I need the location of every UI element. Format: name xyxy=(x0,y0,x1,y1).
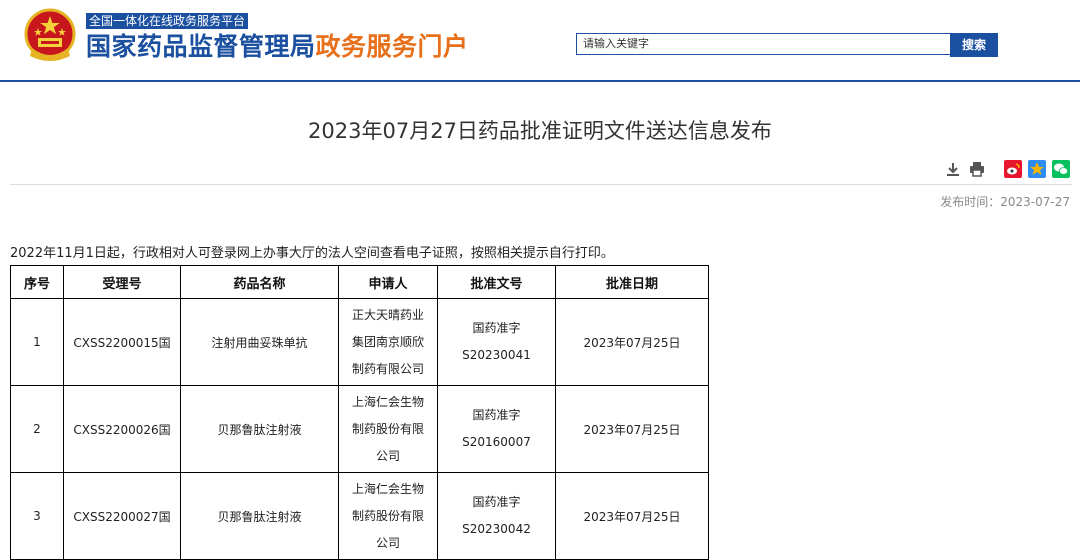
approval-line: S20230041 xyxy=(462,348,531,362)
applicant-line: 正大天晴药业 xyxy=(351,307,424,322)
table-header-row: 序号 受理号 药品名称 申请人 批准文号 批准日期 xyxy=(10,265,709,299)
publish-date-value: 2023-07-27 xyxy=(1000,195,1070,209)
site-title-agency: 国家药品监督管理局 xyxy=(86,32,316,61)
cell-approval-date: 2023年07月25日 xyxy=(555,385,709,473)
table-row: 2 CXSS2200026国 贝那鲁肽注射液 上海仁会生物 制药股份有限 公司 国药… xyxy=(10,385,709,473)
publish-label: 发布时间： xyxy=(940,195,1001,209)
weibo-icon[interactable] xyxy=(1004,160,1022,178)
wechat-icon[interactable] xyxy=(1052,160,1070,178)
page-title: 2023年07月27日药品批准证明文件送达信息发布 xyxy=(308,119,772,143)
header-drug-name: 药品名称 xyxy=(180,265,339,299)
cell-applicant: 上海仁会生物 制药股份有限 公司 xyxy=(338,385,438,473)
cell-drug-name: 贝那鲁肽注射液 xyxy=(180,472,339,560)
header-applicant: 申请人 xyxy=(338,265,438,299)
applicant-line: 制药有限公司 xyxy=(351,361,424,376)
header-no: 序号 xyxy=(10,265,64,299)
cell-drug-name: 注射用曲妥珠单抗 xyxy=(180,298,339,386)
site-title-portal: 政务服务门户 xyxy=(315,32,469,61)
cell-approval-no: 国药准字 S20230041 xyxy=(437,298,556,386)
cell-accept-no: CXSS2200027国 xyxy=(63,472,181,560)
applicant-line: 集团南京顺欣 xyxy=(351,334,424,349)
approval-line: 国药准字 xyxy=(472,321,521,335)
applicant-line: 上海仁会生物 xyxy=(351,481,424,496)
table-row: 3 CXSS2200027国 贝那鲁肽注射液 上海仁会生物 制药股份有限 公司 国药… xyxy=(10,472,709,560)
publish-date: 发布时间：2023-07-27 xyxy=(940,193,1070,210)
cell-no: 3 xyxy=(10,472,64,560)
applicant-line: 制药股份有限 xyxy=(351,508,424,523)
title-divider xyxy=(10,184,1072,185)
national-emblem-icon[interactable] xyxy=(24,8,76,66)
approval-table: 序号 受理号 药品名称 申请人 批准文号 批准日期 1 CXSS2200015国… xyxy=(10,265,709,560)
approval-line: 国药准字 xyxy=(472,495,521,509)
cell-approval-date: 2023年07月25日 xyxy=(555,298,709,386)
cell-drug-name: 贝那鲁肽注射液 xyxy=(180,385,339,473)
print-icon[interactable] xyxy=(968,160,986,178)
qzone-icon[interactable] xyxy=(1028,160,1046,178)
platform-tag[interactable]: 全国一体化在线政务服务平台 xyxy=(86,13,249,29)
applicant-line: 制药股份有限 xyxy=(351,421,424,436)
site-title[interactable]: 国家药品监督管理局政务服务门户 xyxy=(86,30,469,64)
approval-line: 国药准字 xyxy=(472,408,521,422)
site-header: 全国一体化在线政务服务平台 国家药品监督管理局政务服务门户 请输入关键字 搜索 xyxy=(0,0,1080,82)
cell-accept-no: CXSS2200026国 xyxy=(63,385,181,473)
cell-no: 2 xyxy=(10,385,64,473)
applicant-line: 公司 xyxy=(375,535,400,550)
search-button[interactable]: 搜索 xyxy=(950,33,998,57)
search-input[interactable]: 请输入关键字 xyxy=(576,33,952,55)
cell-approval-date: 2023年07月25日 xyxy=(555,472,709,560)
cell-no: 1 xyxy=(10,298,64,386)
download-icon[interactable] xyxy=(944,160,962,178)
applicant-line: 公司 xyxy=(375,448,400,463)
cell-approval-no: 国药准字 S20230042 xyxy=(437,472,556,560)
article-toolbar xyxy=(944,158,1070,180)
cell-applicant: 上海仁会生物 制药股份有限 公司 xyxy=(338,472,438,560)
header-accept-no: 受理号 xyxy=(63,265,181,299)
cell-approval-no: 国药准字 S20160007 xyxy=(437,385,556,473)
header-divider xyxy=(0,80,1080,82)
cell-applicant: 正大天晴药业 集团南京顺欣 制药有限公司 xyxy=(338,298,438,386)
cell-accept-no: CXSS2200015国 xyxy=(63,298,181,386)
approval-line: S20160007 xyxy=(462,435,531,449)
applicant-line: 上海仁会生物 xyxy=(351,394,424,409)
header-approval-date: 批准日期 xyxy=(555,265,709,299)
table-row: 1 CXSS2200015国 注射用曲妥珠单抗 正大天晴药业 集团南京顺欣 制药有限… xyxy=(10,298,709,386)
header-approval-no: 批准文号 xyxy=(437,265,556,299)
approval-line: S20230042 xyxy=(462,522,531,536)
notice-text: 2022年11月1日起，行政相对人可登录网上办事大厅的法人空间查看电子证照，按照… xyxy=(10,246,614,261)
